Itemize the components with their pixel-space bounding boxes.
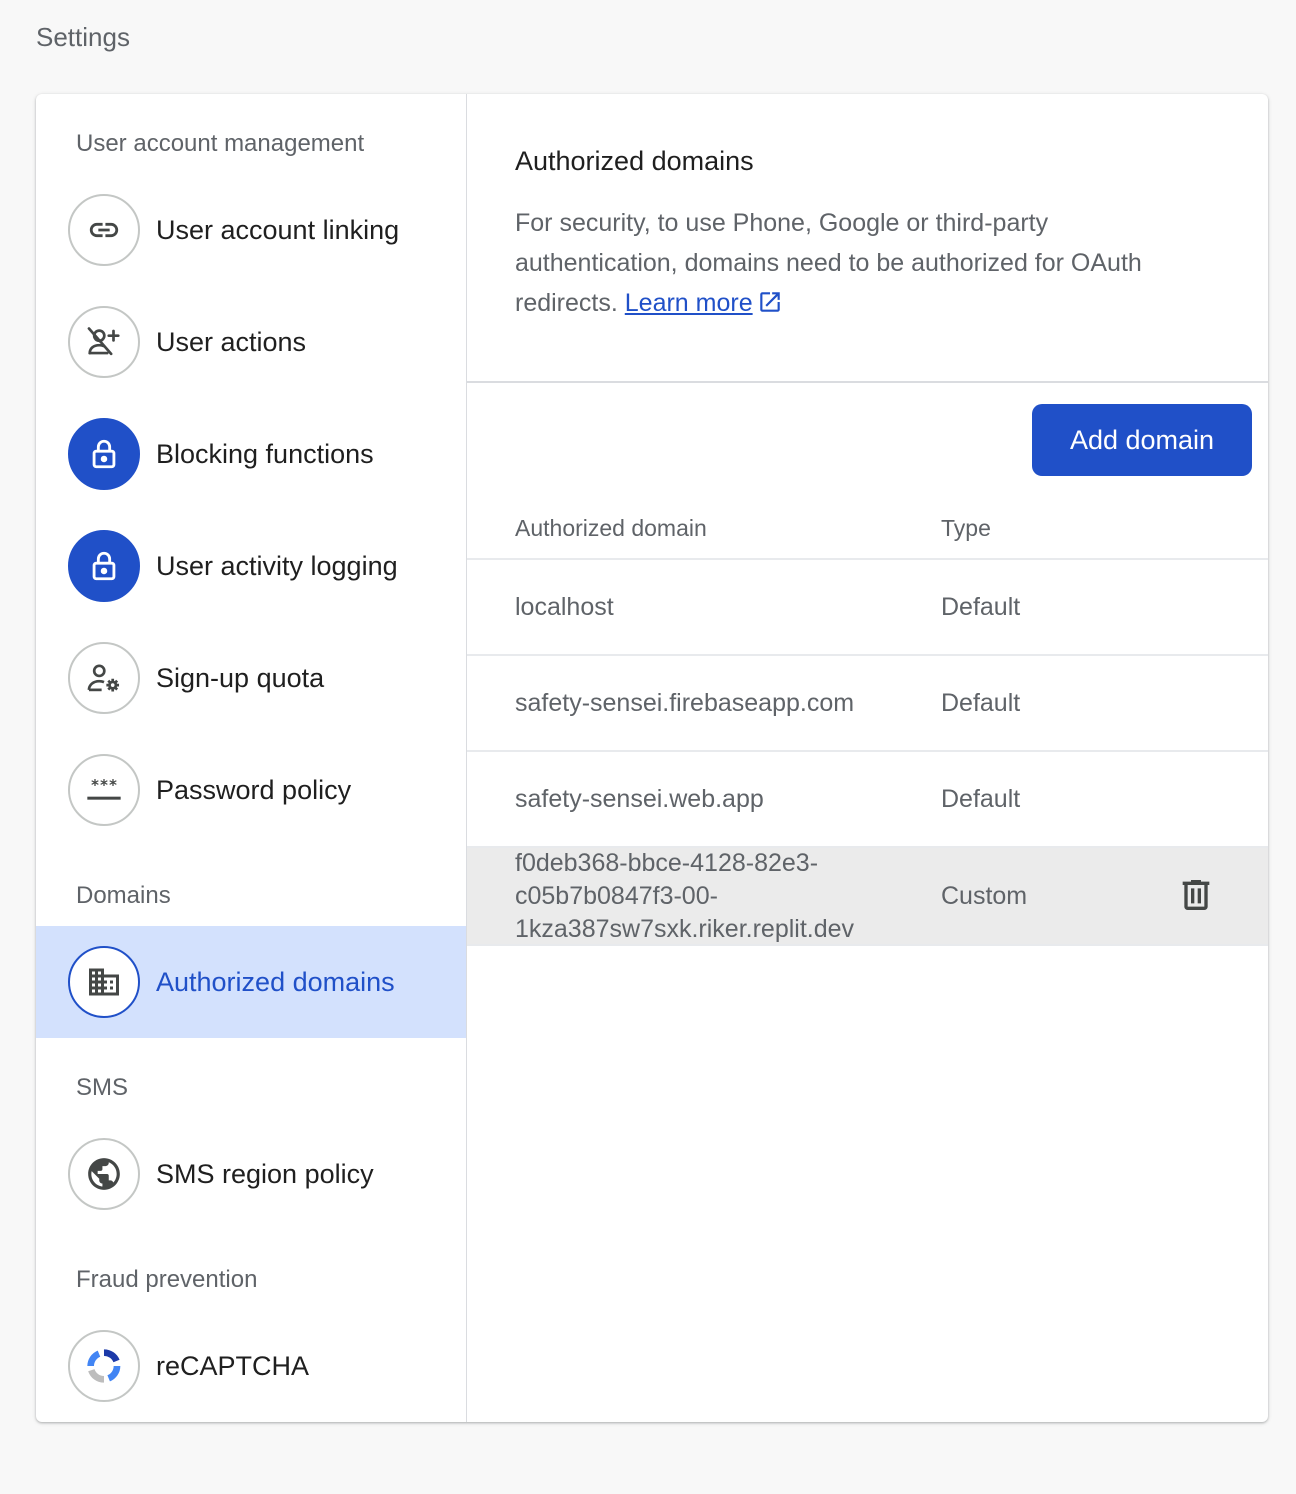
type-cell: Custom <box>941 881 1028 910</box>
sidebar-item-label: Password policy <box>156 774 352 805</box>
sidebar-item-label: User actions <box>156 326 307 357</box>
sidebar-item-label: SMS region policy <box>156 1158 374 1189</box>
description-text: For security, to use Phone, Google or th… <box>515 209 1142 317</box>
domain-cell: localhost <box>515 592 614 621</box>
column-header-domain: Authorized domain <box>515 514 707 541</box>
section-label-fraud-prevention: Fraud prevention <box>76 1266 258 1293</box>
sidebar-item-label: reCAPTCHA <box>156 1350 310 1381</box>
learn-more-link[interactable]: Learn more <box>625 289 783 317</box>
domain-line: 1kza387sw7sxk.riker.replit.dev <box>515 914 855 943</box>
external-link-icon <box>759 292 780 312</box>
domains-table: Authorized domain Type localhost Default… <box>467 498 1268 946</box>
table-header: Authorized domain Type <box>467 498 1268 560</box>
sidebar-item-label: Authorized domains <box>156 966 395 997</box>
section-description: For security, to use Phone, Google or th… <box>515 203 1195 323</box>
domain-line: c05b7b0847f3-00- <box>515 881 718 910</box>
svg-text:***: *** <box>90 776 117 794</box>
column-header-type: Type <box>941 514 991 541</box>
section-title: Authorized domains <box>515 146 754 176</box>
page-title: Settings <box>36 22 130 52</box>
sidebar-item-label: Blocking functions <box>156 438 374 469</box>
learn-more-label: Learn more <box>624 289 753 317</box>
sidebar: User account management User account lin… <box>36 94 467 1422</box>
row-actions <box>1161 875 1268 918</box>
recaptcha-icon <box>68 1330 140 1402</box>
sidebar-item-blocking-functions[interactable]: Blocking functions <box>36 398 466 510</box>
domain-line: f0deb368-bbce-4128-82e3- <box>515 848 819 877</box>
table-row: safety-sensei.firebaseapp.com Default <box>467 656 1268 752</box>
section-label-user-account-management: User account management <box>76 130 365 157</box>
domain-cell: safety-sensei.firebaseapp.com <box>515 688 855 717</box>
section-label-sms: SMS <box>76 1074 129 1101</box>
domain-cell: safety-sensei.web.app <box>515 784 764 813</box>
password-icon: *** <box>68 754 140 826</box>
main-header: Authorized domains For security, to use … <box>467 94 1268 383</box>
domain-cell: f0deb368-bbce-4128-82e3- c05b7b0847f3-00… <box>467 847 941 946</box>
main-panel: Authorized domains For security, to use … <box>467 94 1268 1422</box>
sidebar-item-label: User account linking <box>156 214 400 245</box>
sidebar-item-label: Sign-up quota <box>156 662 325 693</box>
sidebar-item-password-policy[interactable]: *** Password policy <box>36 734 466 846</box>
link-icon <box>68 194 140 266</box>
sidebar-item-user-actions[interactable]: User actions <box>36 286 466 398</box>
user-off-add-icon <box>68 306 140 378</box>
delete-domain-button[interactable] <box>1176 875 1216 918</box>
type-cell: Default <box>941 592 1021 621</box>
sidebar-item-sms-region-policy[interactable]: SMS region policy <box>36 1118 466 1230</box>
type-cell: Default <box>941 784 1021 813</box>
domain-icon <box>68 946 140 1018</box>
trash-icon <box>1182 879 1210 910</box>
user-gear-icon <box>68 642 140 714</box>
lock-icon <box>68 418 140 490</box>
sidebar-item-user-activity-logging[interactable]: User activity logging <box>36 510 466 622</box>
table-row: f0deb368-bbce-4128-82e3- c05b7b0847f3-00… <box>467 848 1268 946</box>
sidebar-item-label: User activity logging <box>156 550 398 581</box>
settings-card: User account management User account lin… <box>36 94 1268 1422</box>
sidebar-item-sign-up-quota[interactable]: Sign-up quota <box>36 622 466 734</box>
table-row: localhost Default <box>467 560 1268 656</box>
type-cell: Default <box>941 688 1021 717</box>
sidebar-item-authorized-domains[interactable]: Authorized domains <box>36 926 466 1038</box>
section-label-domains: Domains <box>76 882 171 909</box>
lock-icon <box>68 530 140 602</box>
sidebar-item-recaptcha[interactable]: reCAPTCHA <box>36 1310 466 1422</box>
table-row: safety-sensei.web.app Default <box>467 752 1268 848</box>
add-domain-button[interactable]: Add domain <box>1032 404 1252 476</box>
globe-icon <box>68 1138 140 1210</box>
sidebar-item-user-account-linking[interactable]: User account linking <box>36 174 466 286</box>
